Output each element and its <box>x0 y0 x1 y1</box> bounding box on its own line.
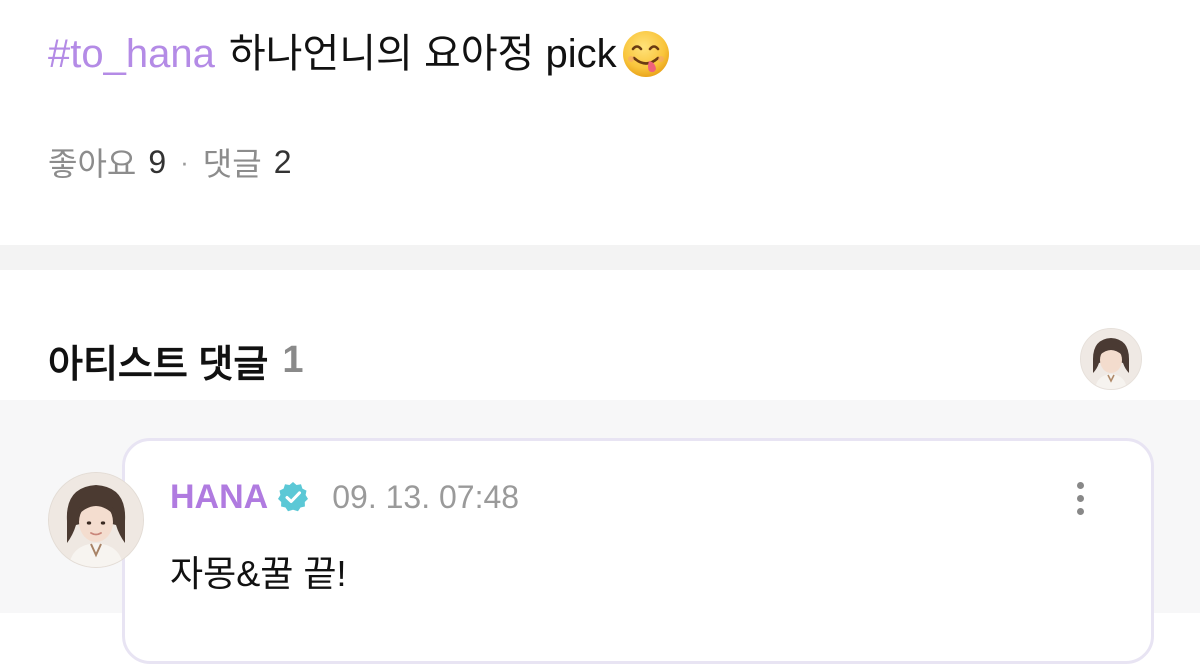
artist-comments-count: 1 <box>282 338 304 381</box>
comment-timestamp: 09. 13. 07:48 <box>332 478 520 515</box>
section-divider <box>0 245 1200 270</box>
comments-count[interactable]: 2 <box>274 144 292 181</box>
face-savoring-food-icon <box>621 29 671 79</box>
post-body-text: 하나언니의 요아정 pick <box>228 32 617 76</box>
artist-comments-header: 아티스트 댓글 1 <box>48 332 303 388</box>
post-content: #to_hana 하나언니의 요아정 pick 좋아요 9 · 댓글 2 <box>0 0 1200 245</box>
artist-avatar-small[interactable] <box>1080 328 1142 390</box>
verified-badge-icon <box>276 480 310 514</box>
hashtag-link[interactable]: #to_hana <box>48 24 215 84</box>
more-dot <box>1076 481 1084 489</box>
more-dot <box>1076 494 1084 502</box>
comment-author-name[interactable]: HANA <box>170 478 268 517</box>
comment-text: 자몽&꿀 끝! <box>170 553 347 594</box>
comment-author-avatar[interactable] <box>48 472 144 568</box>
likes-count[interactable]: 9 <box>148 144 166 181</box>
comment-meta: HANA 09. 13. 07:48 <box>170 474 519 520</box>
post-text: #to_hana 하나언니의 요아정 pick <box>48 24 671 84</box>
more-dot <box>1076 507 1084 515</box>
artist-comments-title: 아티스트 댓글 <box>48 343 269 386</box>
post-stats: 좋아요 9 · 댓글 2 <box>48 140 291 184</box>
stats-separator: · <box>180 146 189 177</box>
comments-label[interactable]: 댓글 <box>203 139 262 185</box>
likes-label[interactable]: 좋아요 <box>48 139 136 185</box>
more-vertical-icon[interactable] <box>1064 476 1096 520</box>
